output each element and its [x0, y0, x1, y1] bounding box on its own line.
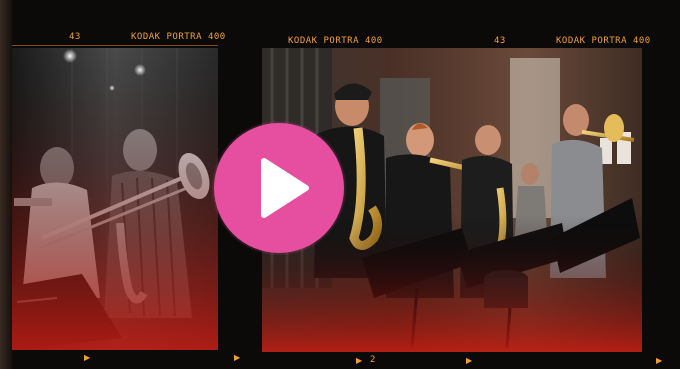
frame-marker-triangle: ▶ [656, 356, 663, 365]
left-frame-brand: KODAK PORTRA 400 [131, 32, 226, 42]
left-photo-frame [12, 48, 218, 350]
frame-marker-triangle: ▶ [466, 356, 473, 365]
video-thumbnail[interactable]: 43 KODAK PORTRA 400 KODAK PORTRA 400 43 … [0, 0, 680, 369]
frame-marker-triangle: ▶ [234, 353, 241, 362]
left-frame-rule [12, 45, 218, 46]
right-frame-brand-right: KODAK PORTRA 400 [556, 36, 651, 46]
bottom-frame-counter: 2 [370, 355, 376, 365]
bw-band-photo [12, 48, 218, 350]
play-button[interactable] [214, 123, 344, 253]
left-frame-number: 43 [69, 32, 81, 42]
film-edge [0, 0, 12, 369]
right-frame-brand-left: KODAK PORTRA 400 [288, 36, 383, 46]
frame-marker-triangle: ▶ [356, 356, 363, 365]
right-frame-number: 43 [494, 36, 506, 46]
frame-marker-triangle: ▶ [84, 353, 91, 362]
play-icon [261, 158, 309, 218]
